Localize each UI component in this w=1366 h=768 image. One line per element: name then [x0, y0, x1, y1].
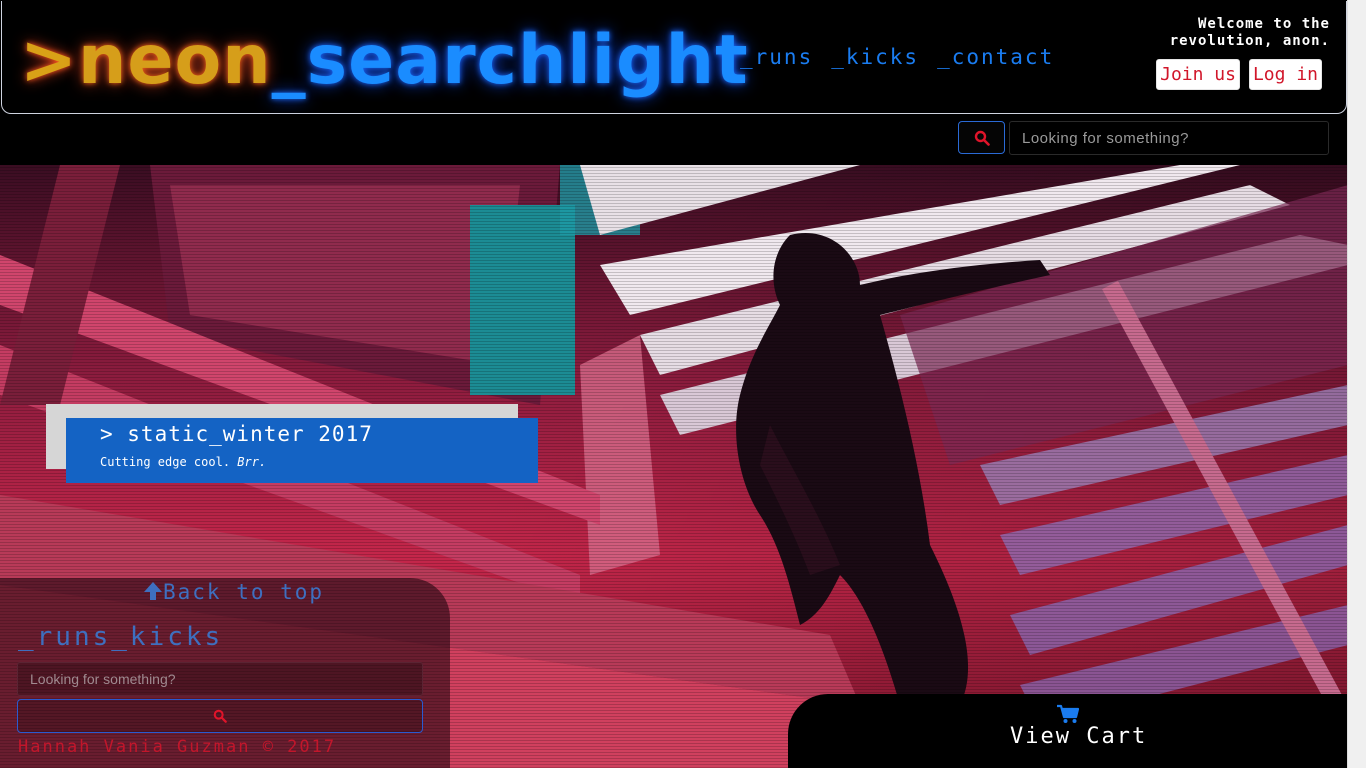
nav-link-runs[interactable]: _runs [740, 45, 813, 69]
footer-panel: Back to top _runs_kicks Hannah Vania Guz… [0, 578, 450, 768]
footer-search-input[interactable] [17, 662, 423, 696]
nav-link-contact[interactable]: _contact [937, 45, 1054, 69]
caption-subtitle-text: Cutting edge cool. [100, 455, 231, 469]
back-to-top-label: Back to top [163, 580, 325, 604]
log-in-button[interactable]: Log in [1248, 59, 1322, 90]
logo-prompt: > [20, 21, 78, 100]
back-to-top-link[interactable]: Back to top [143, 580, 324, 604]
footer-search-button[interactable] [17, 699, 423, 733]
logo-word-searchlight: _searchlight [271, 21, 749, 100]
auth-buttons: Join us Log in [1156, 59, 1322, 90]
caption-subtitle-emphasis: Brr. [237, 455, 267, 469]
search-button[interactable] [958, 121, 1005, 154]
logo-word-neon: neon [77, 21, 272, 100]
search-icon [213, 709, 227, 723]
welcome-line-1: Welcome to the [1197, 16, 1330, 32]
search-icon [974, 130, 990, 146]
arrow-up-icon [144, 582, 162, 600]
nav-link-kicks[interactable]: _kicks [831, 45, 919, 69]
caption-subtitle: Cutting edge cool. Brr. [100, 455, 266, 469]
main-nav: _runs _kicks _contact [740, 45, 1054, 69]
welcome-line-2: revolution, anon. [1169, 33, 1330, 49]
site-logo[interactable]: >neon_searchlight [20, 19, 749, 109]
shopping-cart-icon [1057, 704, 1080, 723]
site-header: >neon_searchlight _runs _kicks _contact … [1, 1, 1347, 114]
view-cart-button[interactable]: View Cart [788, 694, 1348, 768]
footer-title: _runs_kicks [18, 622, 224, 652]
search-input[interactable] [1009, 121, 1329, 155]
welcome-message: Welcome to the revolution, anon. [1170, 16, 1330, 50]
copyright-text: Hannah Vania Guzman © 2017 [18, 737, 337, 757]
search-bar [0, 114, 1348, 165]
hero-caption[interactable]: > static_winter 2017 Cutting edge cool. … [66, 418, 538, 483]
scrollbar[interactable] [1347, 0, 1366, 768]
caption-title: > static_winter 2017 [100, 422, 373, 446]
view-cart-label: View Cart [1010, 724, 1148, 749]
join-us-button[interactable]: Join us [1156, 59, 1240, 90]
